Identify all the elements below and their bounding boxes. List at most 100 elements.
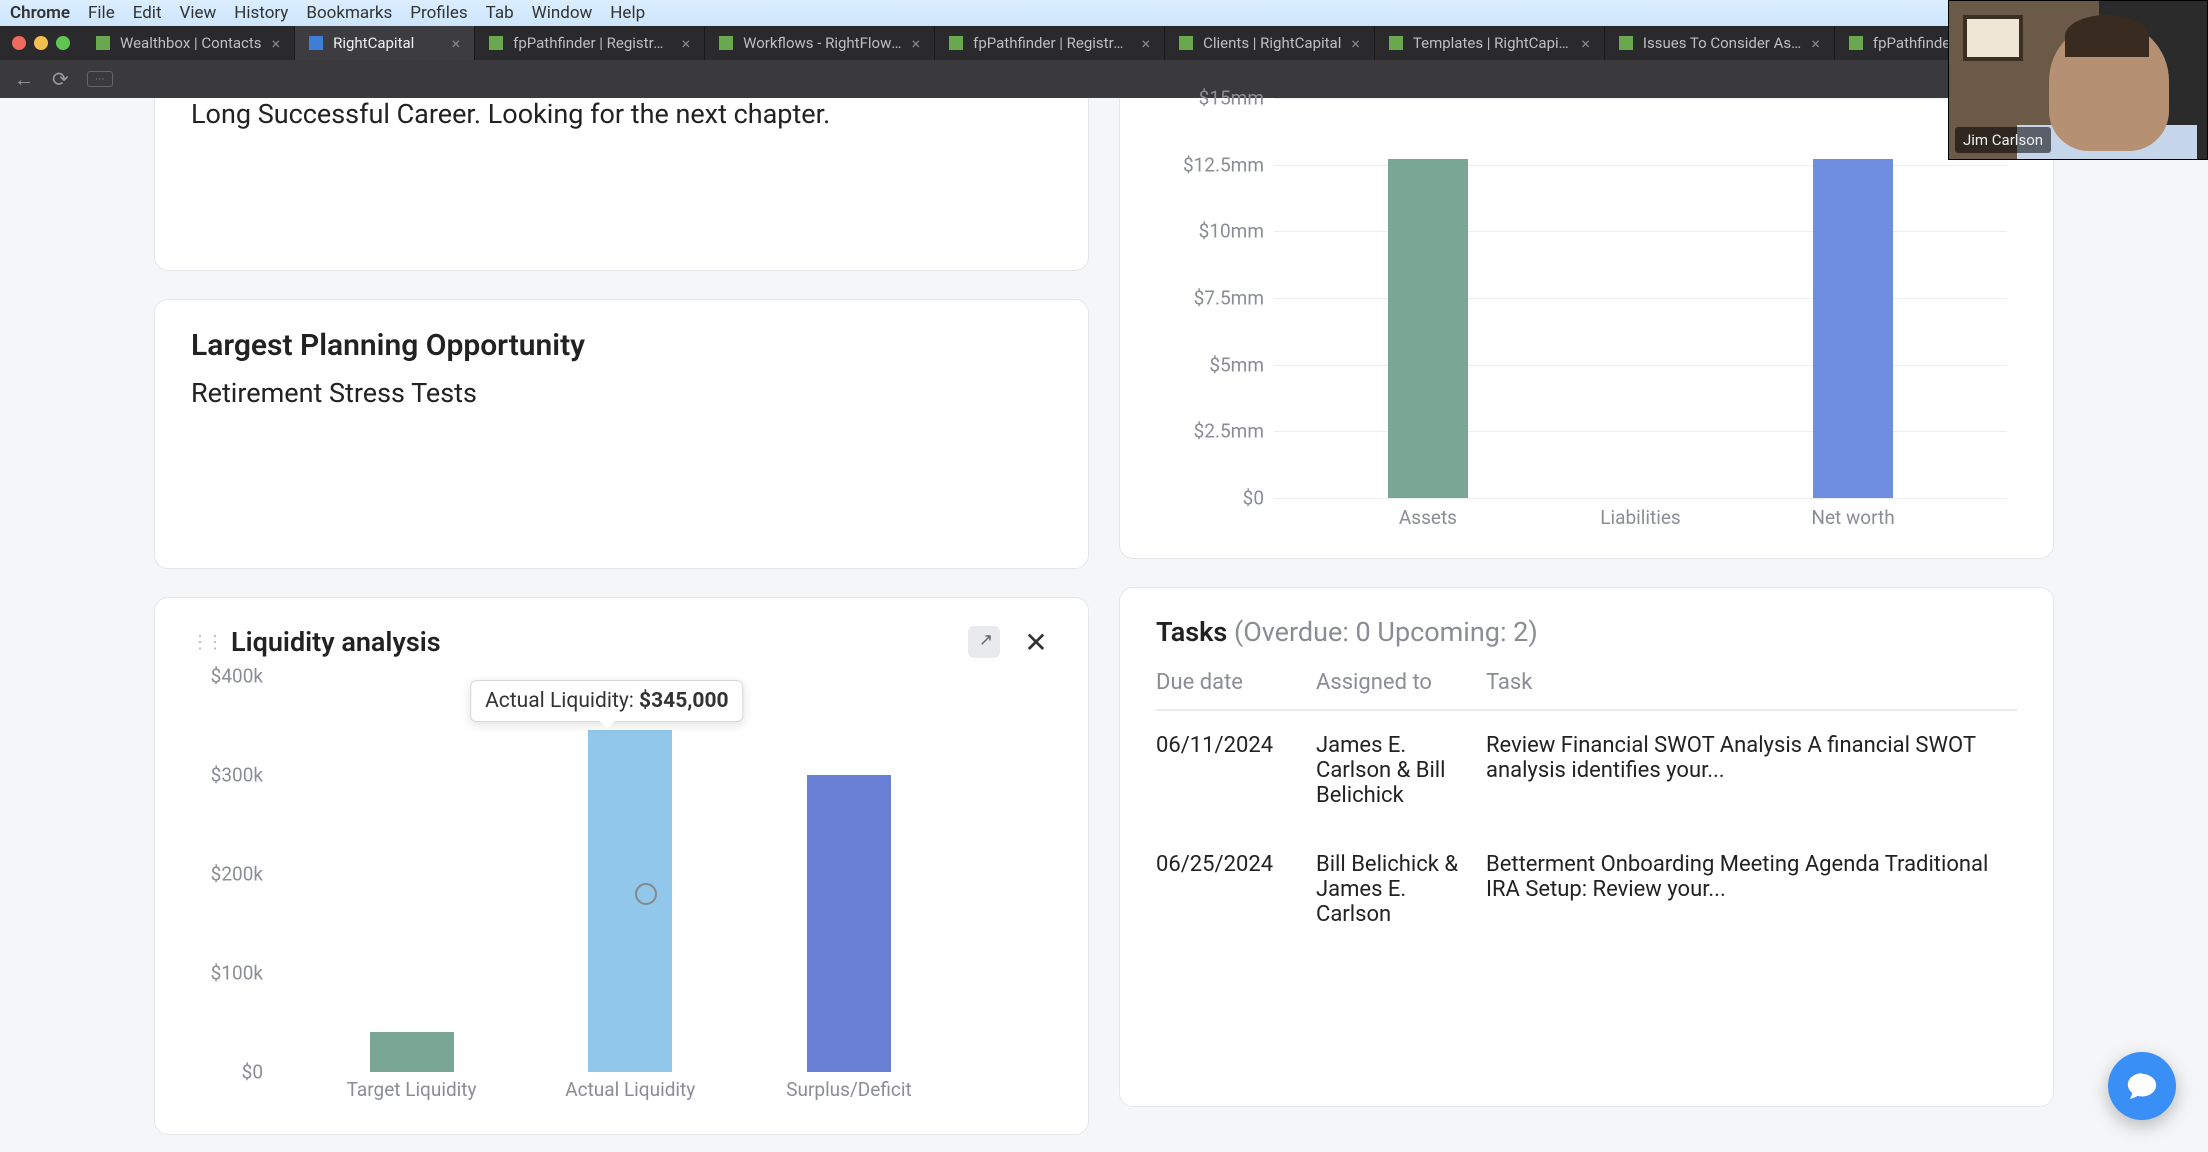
y-tick-label: $10mm [1199,220,1264,243]
y-tick-label: $12.5mm [1183,153,1264,176]
liquidity-title: Liquidity analysis [231,626,441,658]
menubar-bookmarks[interactable]: Bookmarks [306,3,392,23]
y-tick-label: $15mm [1199,87,1264,110]
favicon-icon [1179,36,1193,50]
tab-title: Issues To Consider As A Ne... [1643,34,1801,52]
y-tick-label: $200k [211,863,263,886]
minimize-window-icon[interactable] [34,36,48,50]
menubar-file[interactable]: File [88,3,115,23]
close-icon: ✕ [1024,626,1047,659]
tab-title: fpPathfinder | Registration [513,34,671,52]
planning-opportunity-title: Largest Planning Opportunity [191,328,1052,363]
browser-tabbar: Wealthbox | Contacts × RightCapital × fp… [0,26,2208,60]
close-tab-icon[interactable]: × [1142,34,1151,53]
chart-bar[interactable] [1388,159,1468,498]
menubar-tab[interactable]: Tab [486,3,514,23]
favicon-icon [1389,36,1403,50]
x-tick-label: Target Liquidity [347,1078,477,1101]
task-row[interactable]: 06/11/2024 James E. Carlson & Bill Belic… [1156,711,2017,830]
task-due: 06/25/2024 [1156,852,1316,927]
planning-opportunity-subtitle: Retirement Stress Tests [191,377,1052,409]
close-tab-icon[interactable]: × [1351,34,1360,53]
tab-title: Clients | RightCapital [1203,34,1341,52]
favicon-icon [1849,36,1863,50]
tab-title: Wealthbox | Contacts [120,34,262,52]
browser-tab[interactable]: Clients | RightCapital × [1165,26,1375,60]
col-task: Task [1486,670,2017,695]
tasks-meta: (Overdue: 0 Upcoming: 2) [1234,616,1538,648]
favicon-icon [949,36,963,50]
browser-tab[interactable]: fpPathfinder | Registration × [475,26,705,60]
browser-tab[interactable]: fpPathfinder | Registration × [935,26,1165,60]
task-due: 06/11/2024 [1156,733,1316,808]
menubar-profiles[interactable]: Profiles [410,3,467,23]
expand-button[interactable] [968,626,1000,658]
tab-title: fpPathfinder | Registration [973,34,1131,52]
menubar-edit[interactable]: Edit [133,3,162,23]
favicon-icon [489,36,503,50]
task-row[interactable]: 06/25/2024 Bill Belichick & James E. Car… [1156,830,2017,949]
y-tick-label: $2.5mm [1194,420,1264,443]
x-tick-label: Assets [1399,506,1457,529]
tab-title: Templates | RightCapital [1413,34,1571,52]
menubar-history[interactable]: History [234,3,288,23]
x-tick-label: Liabilities [1600,506,1680,529]
tab-title: RightCapital [333,34,441,52]
task-text: Review Financial SWOT Analysis A financi… [1486,733,2017,808]
menubar-app[interactable]: Chrome [10,3,70,23]
close-tab-icon[interactable]: × [912,34,921,53]
cursor-indicator-icon [635,883,657,905]
browser-tab[interactable]: Workflows - RightFlows | Ri... × [705,26,935,60]
browser-tab[interactable]: Wealthbox | Contacts × [82,26,295,60]
close-tab-icon[interactable]: × [1811,34,1820,53]
close-tab-icon[interactable]: × [1581,34,1590,53]
close-window-icon[interactable] [12,36,26,50]
tab-title: Workflows - RightFlows | Ri... [743,34,901,52]
close-tab-icon[interactable]: × [682,34,691,53]
x-tick-label: Surplus/Deficit [786,1078,911,1101]
y-tick-label: $300k [211,764,263,787]
browser-tab[interactable]: Issues To Consider As A Ne... × [1605,26,1835,60]
y-tick-label: $7.5mm [1194,287,1264,310]
chart-bar[interactable] [1813,159,1893,498]
x-tick-label: Net worth [1811,506,1894,529]
chat-icon [2125,1069,2159,1103]
window-controls [0,26,82,60]
x-tick-label: Actual Liquidity [565,1078,695,1101]
task-assigned: Bill Belichick & James E. Carlson [1316,852,1486,927]
favicon-icon [1619,36,1633,50]
expand-icon [975,633,993,651]
maximize-window-icon[interactable] [56,36,70,50]
favicon-icon [309,36,323,50]
menubar-view[interactable]: View [180,3,217,23]
menubar-help[interactable]: Help [610,3,645,23]
menubar-window[interactable]: Window [532,3,593,23]
close-tab-icon[interactable]: × [272,34,281,53]
favicon-icon [719,36,733,50]
col-due-date: Due date [1156,670,1316,695]
y-tick-label: $400k [211,665,263,688]
chat-launcher-button[interactable] [2108,1052,2176,1120]
y-tick-label: $100k [211,962,263,985]
close-tab-icon[interactable]: × [452,34,461,53]
y-tick-label: $0 [1243,487,1264,510]
net-worth-chart[interactable]: $0$2.5mm$5mm$7.5mm$10mm$12.5mm$15mm Asse… [1156,98,2017,538]
liquidity-chart[interactable]: $0$100k$200k$300k$400k Actual Liquidity:… [191,676,1052,1106]
browser-tab[interactable]: Templates | RightCapital × [1375,26,1605,60]
webcam-overlay: Jim Carlson [1948,0,2208,160]
site-info-icon[interactable]: ⋯ [87,71,113,87]
reload-icon[interactable]: ⟳ [52,67,69,91]
drag-handle-icon[interactable]: ⋮⋮ [191,632,221,653]
back-icon[interactable]: ← [14,67,34,92]
y-tick-label: $0 [242,1061,263,1084]
career-summary-text: Long Successful Career. Looking for the … [191,98,1052,130]
close-card-button[interactable]: ✕ [1020,626,1052,658]
task-assigned: James E. Carlson & Bill Belichick [1316,733,1486,808]
chart-bar[interactable] [370,1032,454,1072]
chart-bar[interactable] [807,775,891,1072]
browser-tab[interactable]: RightCapital × [295,26,475,60]
chart-bar[interactable] [588,730,672,1072]
webcam-name: Jim Carlson [1955,127,2051,153]
tasks-title: Tasks [1156,616,1227,648]
browser-toolbar: ← ⟳ ⋯ ⌕ [0,60,2208,98]
